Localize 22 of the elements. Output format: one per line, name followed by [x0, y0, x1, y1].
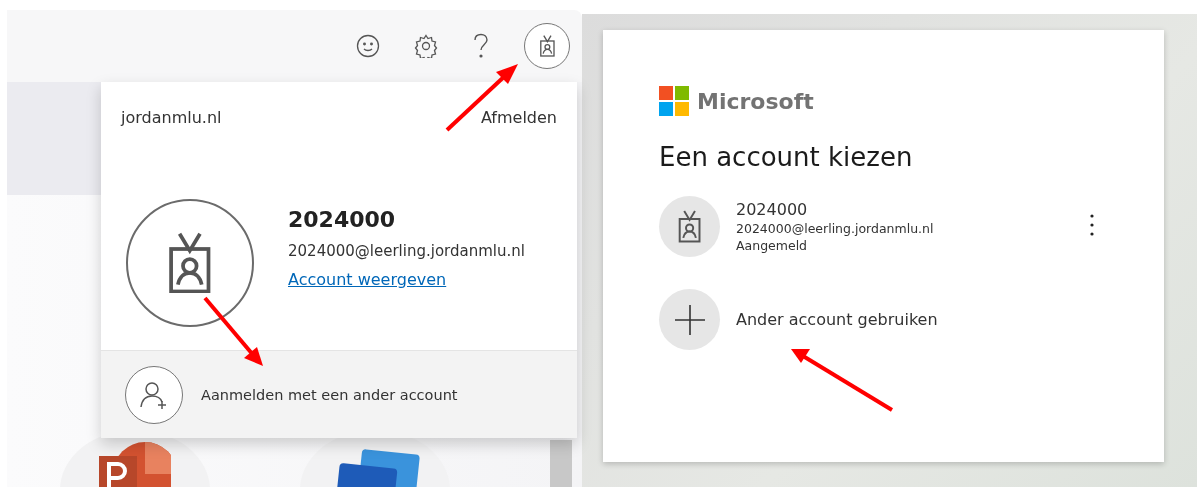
annotation-arrow [203, 296, 263, 366]
account-email: 2024000@leerling.jordanmlu.nl [736, 221, 935, 236]
account-status: Aangemeld [736, 238, 809, 253]
account-avatar-button[interactable] [524, 23, 570, 69]
page-title: Een account kiezen [659, 142, 914, 172]
settings-icon[interactable] [414, 34, 438, 58]
id-badge-icon [676, 210, 703, 243]
smiley-icon[interactable] [356, 34, 380, 58]
view-account-link[interactable]: Account weergeven [288, 269, 525, 289]
account-name: 2024000 [288, 206, 397, 232]
presentation-app-icon [99, 442, 171, 487]
account-email: 2024000@leerling.jordanmlu.nl [288, 241, 525, 260]
use-other-account-link[interactable]: Ander account gebruiken [736, 310, 938, 329]
other-account-button[interactable]: Aanmelden met een ander account [101, 350, 577, 438]
logo-text: Microsoft [697, 88, 814, 114]
id-badge-icon [538, 35, 556, 57]
help-icon[interactable] [472, 33, 490, 59]
logo-icon [659, 86, 689, 116]
scrollbar[interactable] [550, 440, 572, 487]
sign-out-link[interactable]: Afmelden [480, 108, 557, 127]
account-name[interactable]: 2024000 [736, 200, 1070, 219]
organization-name: jordanmlu.nl [121, 108, 222, 127]
